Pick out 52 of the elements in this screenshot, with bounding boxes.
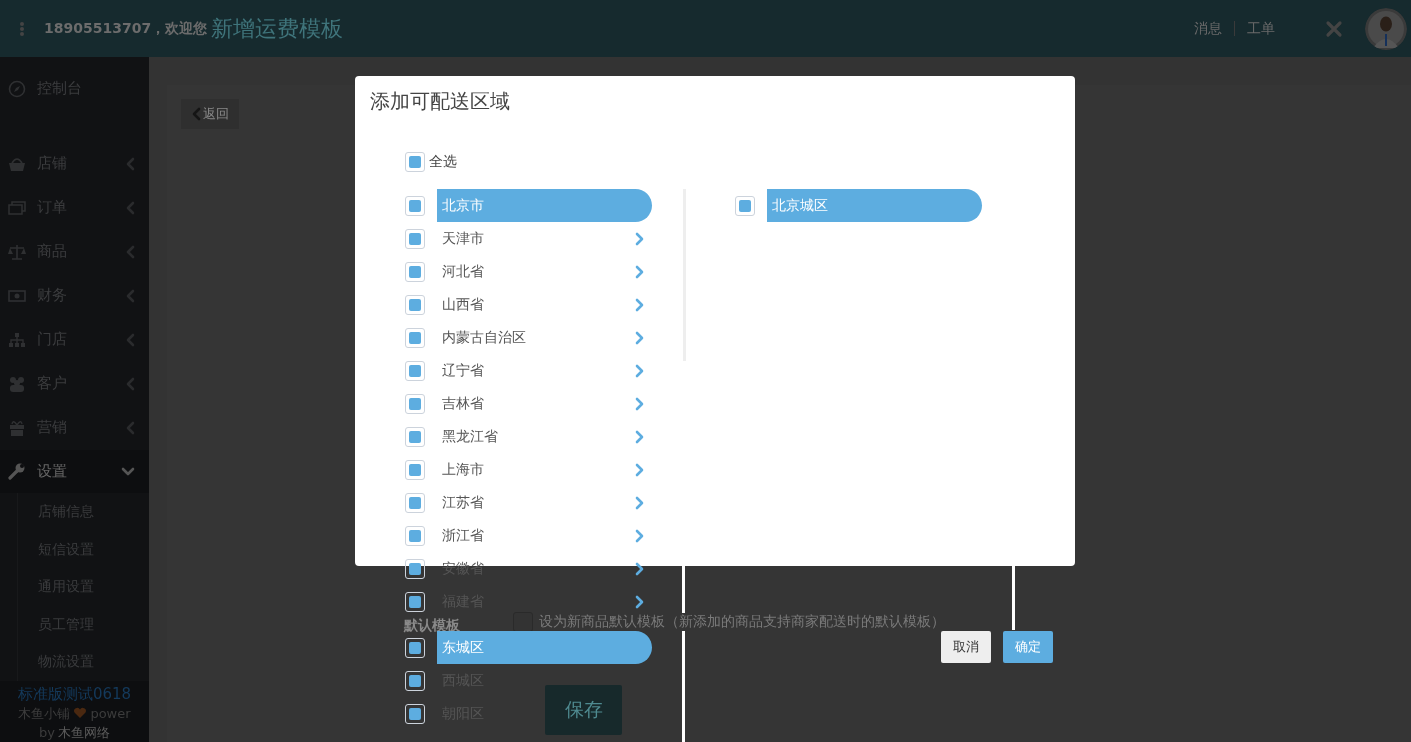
back-button[interactable]: 返回	[181, 99, 239, 129]
menu-item-active[interactable]: 设置	[0, 449, 149, 494]
checkbox[interactable]	[513, 611, 533, 632]
dialog-title: 添加可配送区域	[370, 88, 511, 115]
header-link[interactable]: 消息	[1194, 19, 1222, 38]
heart-icon	[73, 707, 88, 720]
hierarchy-icon	[8, 330, 26, 349]
region-item[interactable]: 黑龙江省	[437, 426, 652, 447]
region-item[interactable]: 辽宁省	[437, 360, 652, 381]
avatar[interactable]	[1365, 7, 1407, 50]
page-title: 新增运费模板	[211, 14, 344, 43]
region-item[interactable]: 上海市	[437, 459, 652, 480]
region-item[interactable]: 北京市	[437, 189, 652, 222]
cards-icon	[8, 198, 26, 217]
tools-icon[interactable]	[1325, 19, 1343, 38]
menu-icon[interactable]	[19, 20, 25, 37]
region-item[interactable]: 河北省	[437, 261, 652, 282]
region-item[interactable]: 吉林省	[437, 393, 652, 414]
region-item[interactable]: 东城区	[437, 631, 652, 664]
chevron-right-icon	[634, 429, 644, 444]
region-item[interactable]: 江苏省	[437, 492, 652, 513]
chevron-right-icon	[634, 330, 644, 345]
chevron-right-icon	[634, 264, 644, 279]
cancel-button[interactable]: 取消	[941, 631, 991, 663]
region-item[interactable]: 北京城区	[767, 189, 982, 222]
chevron-right-icon	[634, 396, 644, 411]
chevron-right-icon	[634, 528, 644, 543]
checkbox-label: 全选	[429, 153, 457, 171]
save-button[interactable]: 保存	[545, 685, 622, 735]
region-item[interactable]: 内蒙古自治区	[437, 327, 652, 348]
chevron-right-icon	[634, 363, 644, 378]
chevron-right-icon	[634, 495, 644, 510]
chevron-right-icon	[634, 297, 644, 312]
people-icon	[8, 374, 26, 393]
user-greeting: 18905513707，欢迎您	[44, 19, 208, 38]
chevron-left-icon	[191, 107, 201, 121]
shop-name-link[interactable]: 标准版测试0618	[17, 684, 132, 704]
region-item[interactable]: 山西省	[437, 294, 652, 315]
compass-icon	[8, 79, 26, 98]
chevron-right-icon	[634, 231, 644, 246]
chevron-right-icon	[634, 462, 644, 477]
confirm-button[interactable]: 确定	[1003, 631, 1053, 663]
gift-icon	[8, 418, 26, 437]
scale-icon	[8, 242, 26, 261]
chevron-right-icon	[634, 561, 644, 576]
region-item[interactable]: 浙江省	[437, 525, 652, 546]
chevron-right-icon	[634, 594, 644, 609]
company-link[interactable]: 木鱼网络	[57, 722, 110, 742]
region-item[interactable]: 天津市	[437, 228, 652, 249]
header-link[interactable]: 工单	[1247, 19, 1275, 38]
menu-label[interactable]: 设置	[37, 461, 67, 481]
wrench-icon	[8, 462, 26, 481]
